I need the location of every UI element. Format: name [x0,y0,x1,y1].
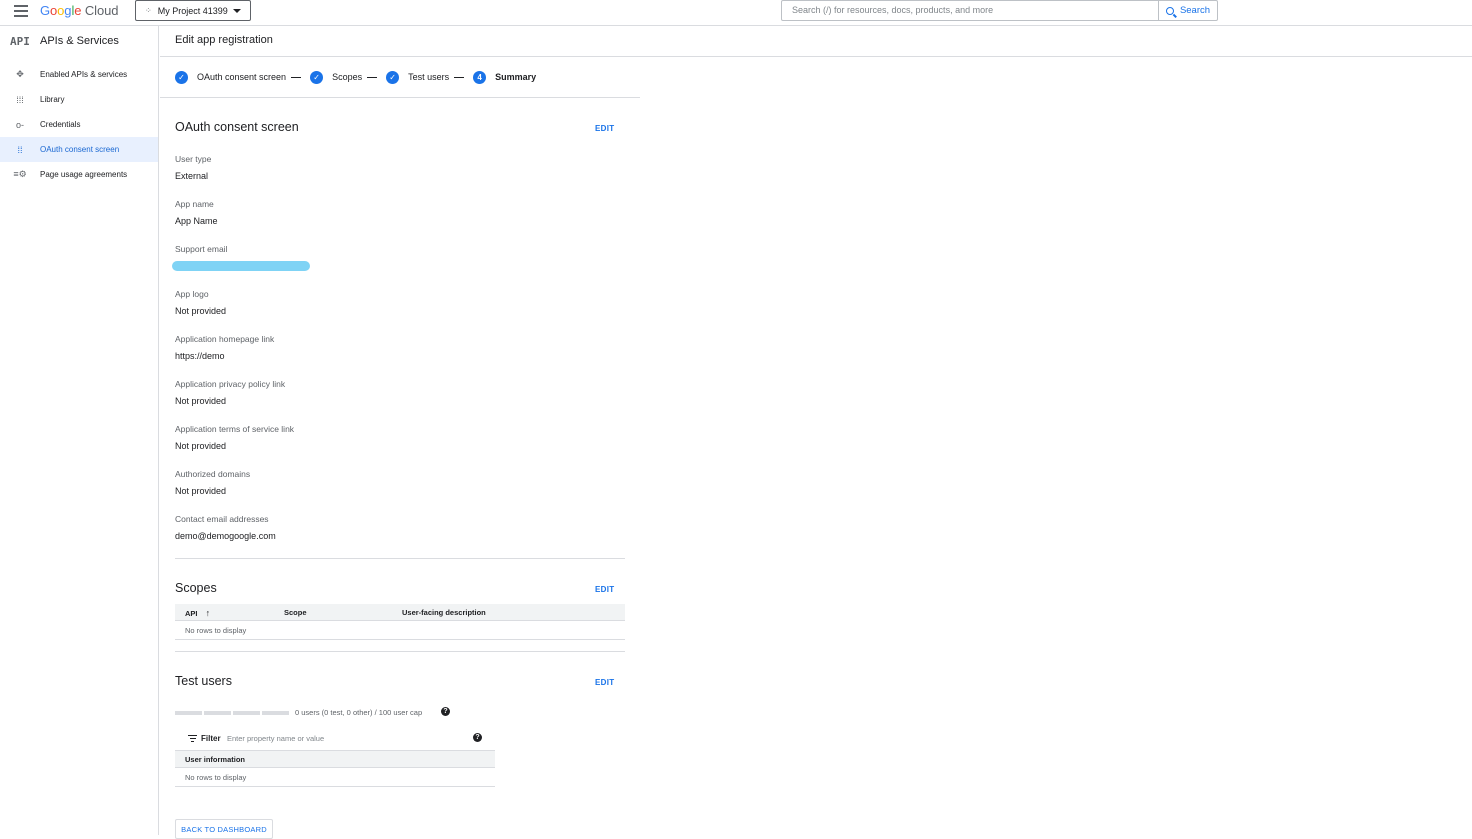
step-test-users[interactable]: ✓ Test users [386,70,473,84]
menu-icon[interactable] [14,5,28,17]
consent-icon: ⁞⁞ [17,144,23,155]
step-connector [291,76,302,78]
edit-test-users-button[interactable]: EDIT [595,678,614,687]
move-icon: ✥ [16,69,24,79]
step-summary[interactable]: 4 Summary [473,70,537,84]
test-users-table-header: User information [175,751,495,768]
step-label: OAuth consent screen [197,72,287,82]
search-button[interactable]: Search [1158,0,1218,21]
chevron-down-icon [233,8,241,13]
field-label: Application privacy policy link [175,379,286,389]
field-label: Authorized domains [175,469,251,479]
user-cap-progress-bar [175,711,289,715]
step-number: 4 [473,70,487,84]
field-value: App Name [175,216,218,226]
project-icon: ⁘ [145,6,152,15]
filter-icon [188,735,197,744]
sidebar-item-label: Credentials [40,120,81,129]
project-name: My Project 41399 [157,5,228,16]
sort-ascending-icon: ↑ [205,608,211,618]
field-label: App name [175,199,214,209]
filter-input[interactable]: Enter property name or value [227,734,324,743]
edit-oauth-button[interactable]: EDIT [595,124,614,133]
check-icon: ✓ [310,70,324,84]
sidebar-title: APIs & Services [40,35,119,47]
step-connector [454,76,465,78]
top-bar: Google Cloud ⁘ My Project 41399 Search (… [0,0,1472,26]
column-header-user-information[interactable]: User information [185,755,245,764]
sidebar: API APIs & Services ✥ Enabled APIs & ser… [0,26,159,835]
field-value: https://demo [175,351,225,361]
search-icon [1165,6,1174,15]
oauth-section-title: OAuth consent screen [175,120,299,134]
test-users-section-title: Test users [175,674,232,688]
step-label: Test users [408,72,450,82]
divider [175,651,625,652]
field-value: External [175,171,209,181]
field-value: Not provided [175,486,227,496]
back-to-dashboard-button[interactable]: BACK TO DASHBOARD [175,819,273,839]
help-icon[interactable]: ? [473,733,482,742]
step-label: Summary [495,72,537,82]
project-selector[interactable]: ⁘ My Project 41399 [135,0,251,21]
page-title: Edit app registration [175,34,273,46]
settings-list-icon: ≡⚙ [13,169,27,179]
redacted-support-email [172,261,310,271]
table-empty-row: No rows to display [175,768,495,787]
key-icon: o- [15,119,24,130]
sidebar-item-oauth-consent-screen[interactable]: ⁞⁞ OAuth consent screen [0,137,158,162]
sidebar-item-page-usage-agreements[interactable]: ≡⚙ Page usage agreements [0,162,158,187]
divider [175,558,625,559]
field-value: demo@demogoogle.com [175,531,276,541]
help-icon[interactable]: ? [441,707,450,716]
check-icon: ✓ [175,70,188,84]
field-value: Not provided [175,396,227,406]
column-header-description[interactable]: User-facing description [402,608,486,617]
step-scopes[interactable]: ✓ Scopes [310,70,386,84]
sidebar-item-enabled-apis[interactable]: ✥ Enabled APIs & services [0,62,158,87]
stepper: ✓ OAuth consent screen ✓ Scopes ✓ Test u… [160,57,640,98]
field-label: Contact email addresses [175,514,269,524]
step-label: Scopes [332,72,363,82]
step-connector [367,76,378,78]
progress-segment [175,711,202,715]
scopes-section-title: Scopes [175,581,217,595]
progress-segment [262,711,289,715]
field-label: Support email [175,244,228,254]
empty-message: No rows to display [185,773,247,782]
sidebar-item-credentials[interactable]: o- Credentials [0,112,158,137]
progress-segment [204,711,231,715]
google-cloud-logo[interactable]: Google Cloud [40,3,118,18]
sidebar-item-library[interactable]: ⁞⁞⁞ Library [0,87,158,112]
sidebar-item-label: Enabled APIs & services [40,70,128,79]
field-label: User type [175,154,212,164]
field-value: Not provided [175,306,227,316]
step-oauth-consent-screen[interactable]: ✓ OAuth consent screen [175,70,310,84]
column-header-scope[interactable]: Scope [284,608,307,617]
progress-segment [233,711,260,715]
field-label: Application homepage link [175,334,275,344]
library-icon: ⁞⁞⁞ [16,94,24,105]
column-header-api[interactable]: API ↑ [185,608,210,618]
page-header: Edit app registration [160,26,1472,57]
sidebar-item-label: Page usage agreements [40,170,128,179]
check-icon: ✓ [386,70,400,84]
sidebar-item-label: Library [40,95,65,104]
field-label: Application terms of service link [175,424,295,434]
user-cap-text: 0 users (0 test, 0 other) / 100 user cap [295,708,423,717]
field-value: Not provided [175,441,227,451]
table-empty-row: No rows to display [175,621,625,640]
filter-label: Filter [201,734,221,743]
search-button-label: Search [1179,5,1211,16]
api-icon: API [10,34,30,48]
filter-bar: Filter Enter property name or value ? [175,725,495,751]
search-input[interactable]: Search (/) for resources, docs, products… [781,0,1159,21]
empty-message: No rows to display [185,626,247,635]
edit-scopes-button[interactable]: EDIT [595,585,614,594]
sidebar-header: API APIs & Services [0,26,158,56]
sidebar-item-label: OAuth consent screen [40,145,120,154]
field-label: App logo [175,289,209,299]
scopes-table-header: API ↑ Scope User-facing description [175,604,625,621]
